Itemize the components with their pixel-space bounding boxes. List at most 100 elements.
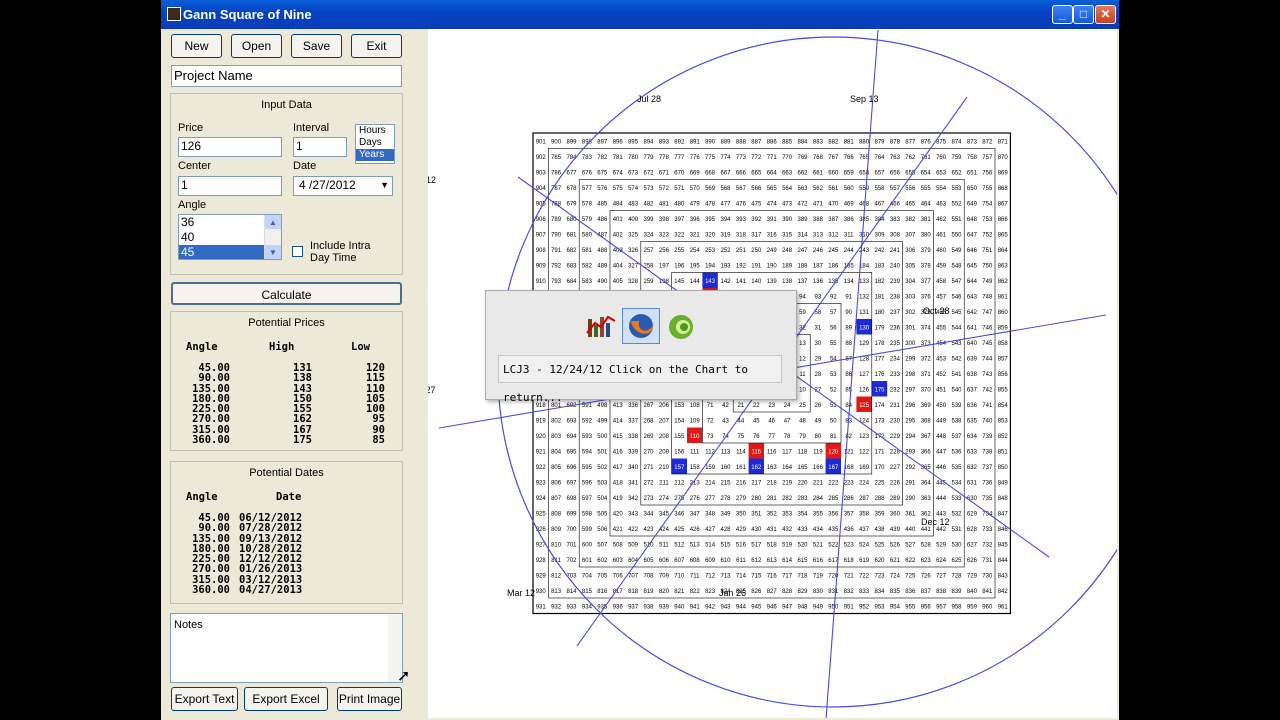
prices-row: 360.00 175 85: [175, 434, 385, 447]
grid-cell-value: 607: [674, 558, 685, 564]
grid-cell-value: 858: [998, 341, 1009, 347]
grid-cell-value: 742: [982, 387, 993, 393]
unit-hours[interactable]: Hours: [356, 125, 394, 137]
grid-cell-value: 439: [890, 527, 901, 533]
window-title: Gann Square of Nine: [183, 7, 312, 22]
grid-cell-value: 628: [967, 527, 978, 533]
open-button[interactable]: Open: [231, 34, 282, 58]
prices-high: 175: [293, 434, 312, 447]
interval-input[interactable]: 1: [293, 137, 347, 157]
grid-cell-value: 225: [874, 480, 885, 486]
grid-cell-value: 446: [936, 465, 947, 471]
grid-cell-value: 57: [830, 310, 837, 316]
grid-cell-value: 526: [890, 542, 901, 548]
minimize-button[interactable]: _: [1052, 5, 1073, 24]
grid-cell-value: 282: [782, 496, 793, 502]
grid-cell-value: 677: [566, 170, 577, 176]
grid-cell-value: 233: [890, 372, 901, 378]
grid-cell-value: 684: [566, 279, 577, 285]
grid-cell-value: 222: [828, 480, 839, 486]
grid-cell-value: 546: [951, 294, 962, 300]
grid-cell-value: 924: [536, 496, 547, 502]
grid-cell-value: 220: [797, 480, 808, 486]
grid-cell-value: 670: [674, 170, 685, 176]
grid-cell-value: 951: [844, 604, 855, 610]
grid-cell-value: 314: [797, 232, 808, 238]
grid-cell-value: 529: [936, 542, 947, 548]
grid-cell-value: 340: [628, 465, 639, 471]
unit-years[interactable]: Years: [356, 149, 394, 161]
grid-cell-value: 755: [982, 186, 993, 192]
grid-cell-value: 648: [967, 217, 978, 223]
angle-scrollbar[interactable]: ▲ ▼: [264, 215, 281, 259]
grid-cell-value: 465: [905, 201, 916, 207]
unit-days[interactable]: Days: [356, 137, 394, 149]
grid-cell-value: 77: [768, 434, 775, 440]
firefox-icon[interactable]: [622, 308, 660, 344]
grid-cell-value: 778: [659, 155, 670, 161]
scroll-up-icon[interactable]: ▲: [265, 215, 281, 229]
grid-cell-value: 45: [753, 418, 760, 424]
grid-cell-value: 928: [536, 558, 547, 564]
grid-cell-value: 42: [722, 403, 729, 409]
grid-cell-value: 579: [582, 217, 593, 223]
taskbar-popup[interactable]: LCJ3 - 12/24/12 Click on the Chart to re…: [485, 290, 797, 404]
close-button[interactable]: ✕: [1095, 5, 1116, 24]
grid-cell-value: 816: [597, 589, 608, 595]
calculate-button[interactable]: Calculate: [171, 282, 402, 305]
grid-cell-value: 301: [905, 325, 916, 331]
angle-list[interactable]: 36 40 45 ▲ ▼: [178, 214, 282, 260]
grid-cell-value: 583: [582, 279, 593, 285]
include-intraday-checkbox[interactable]: [292, 246, 303, 257]
grid-cell-value: 272: [643, 480, 654, 486]
grid-cell-value: 952: [859, 604, 870, 610]
grid-cell-value: 934: [582, 604, 593, 610]
prices-row: 225.00 155 100: [175, 403, 385, 415]
exit-button[interactable]: Exit: [351, 34, 402, 58]
save-button[interactable]: Save: [291, 34, 342, 58]
grid-cell-value: 772: [751, 155, 762, 161]
grid-cell-value: 29: [815, 356, 822, 362]
grid-cell-value: 173: [874, 418, 885, 424]
grid-cell-value: 354: [797, 511, 808, 517]
grid-cell-value: 570: [690, 186, 701, 192]
green-app-icon[interactable]: [666, 313, 696, 341]
grid-cell-value: 72: [707, 418, 714, 424]
grid-cell-value: 865: [998, 232, 1009, 238]
grid-cell-value: 768: [813, 155, 824, 161]
chevron-down-icon[interactable]: ▼: [380, 177, 389, 193]
grid-cell-value: 907: [536, 232, 547, 238]
price-input[interactable]: 126: [178, 137, 282, 157]
grid-cell-value: 46: [768, 418, 775, 424]
grid-cell-value: 569: [705, 186, 716, 192]
prices-col-high: High: [269, 341, 295, 353]
interval-units-list[interactable]: Hours Days Years: [355, 124, 395, 164]
maximize-button[interactable]: □: [1073, 5, 1094, 24]
grid-cell-value: 709: [659, 573, 670, 579]
export-text-button[interactable]: Export Text: [171, 687, 238, 711]
grid-cell-value: 353: [782, 511, 793, 517]
notes-textarea[interactable]: Notes: [170, 613, 403, 683]
grid-cell-value: 809: [551, 527, 562, 533]
grid-cell-value: 949: [813, 604, 824, 610]
project-name-input[interactable]: Project Name: [171, 65, 402, 87]
grid-cell-value: 276: [690, 496, 701, 502]
scroll-down-icon[interactable]: ▼: [265, 245, 281, 259]
grid-cell-value: 850: [998, 465, 1009, 471]
grid-cell-value: 345: [659, 511, 670, 517]
export-excel-button[interactable]: Export Excel: [244, 687, 328, 711]
grid-cell-value: 947: [782, 604, 793, 610]
center-input[interactable]: 1: [178, 176, 282, 196]
grid-cell-value: 81: [830, 434, 837, 440]
grid-cell-value: 776: [690, 155, 701, 161]
grid-cell-value: 844: [998, 558, 1009, 564]
new-button[interactable]: New: [171, 34, 222, 58]
date-picker[interactable]: 4 /27/2012 ▼: [293, 176, 393, 196]
chart-app-icon[interactable]: [586, 313, 616, 339]
grid-cell-value: 523: [844, 542, 855, 548]
grid-cell-value: 549: [951, 248, 962, 254]
print-image-button[interactable]: Print Image: [337, 687, 402, 711]
grid-cell-value: 49: [815, 418, 822, 424]
grid-cell-value: 890: [705, 139, 716, 145]
angle-item-selected[interactable]: 45: [179, 245, 265, 259]
